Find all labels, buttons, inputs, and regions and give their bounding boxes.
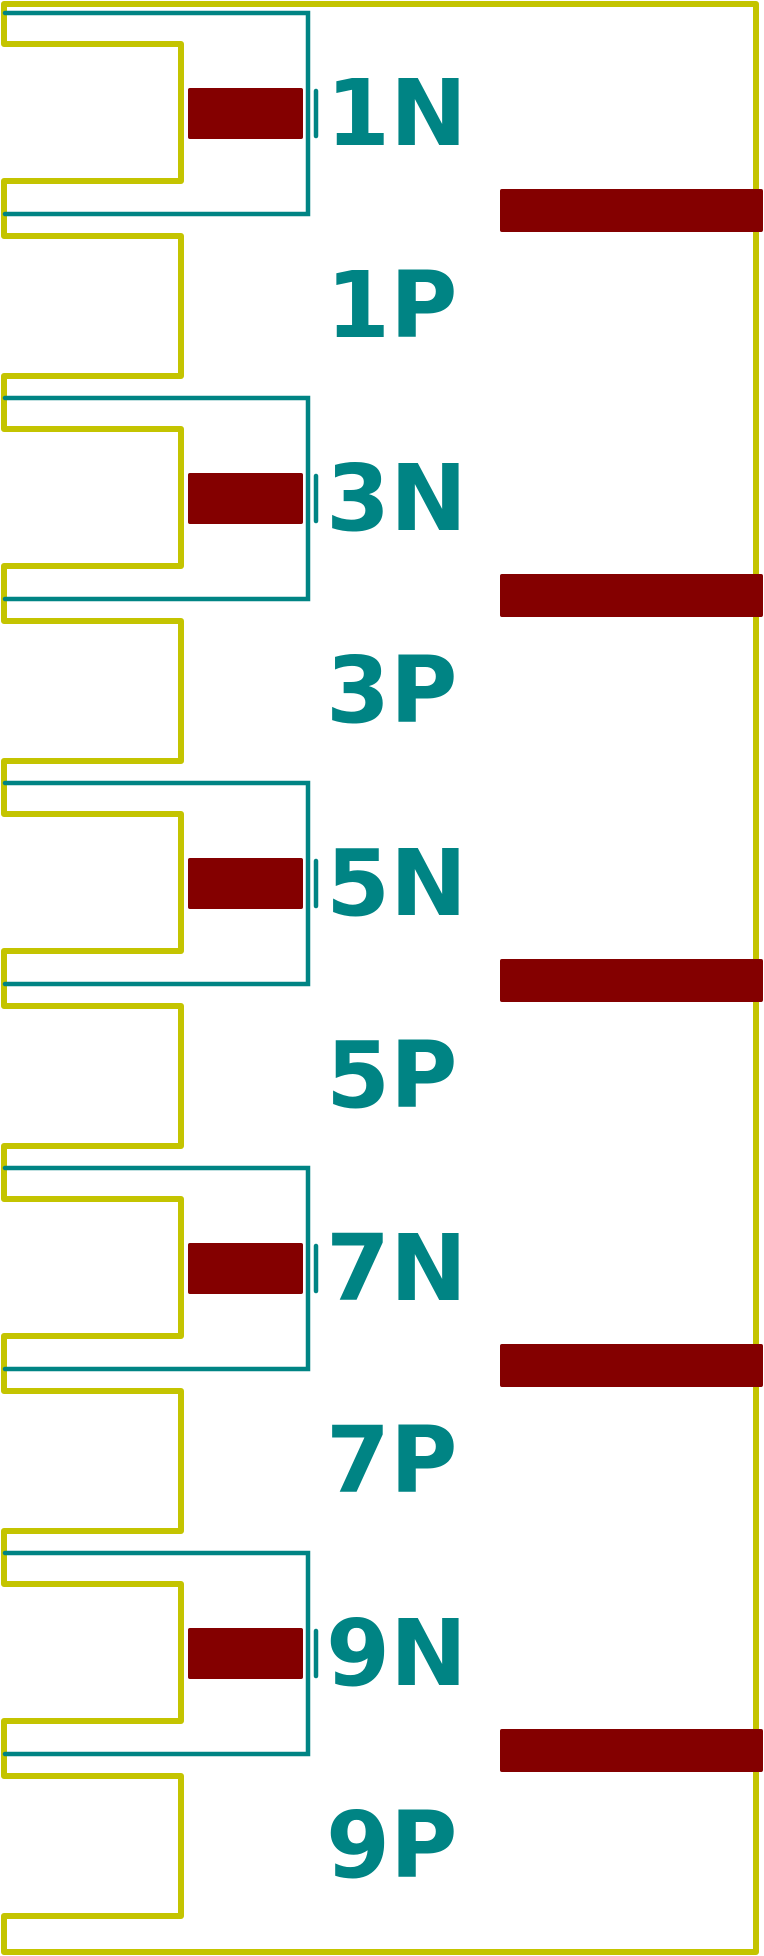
pin-label-n: 3N xyxy=(326,445,467,552)
pad-p[interactable] xyxy=(500,959,763,1002)
pad-p[interactable] xyxy=(500,1344,763,1387)
pads xyxy=(188,88,763,1772)
pin-label-n: 7N xyxy=(326,1215,467,1322)
pin-label-p: 5P xyxy=(326,1022,457,1129)
pin-label-n: 5N xyxy=(326,830,467,937)
pin-label-n: 9N xyxy=(326,1600,467,1707)
pin-label-p: 7P xyxy=(326,1407,457,1514)
pcb-footprint-view: 1N 1P 3N 3P 5N 5P 7N 7P 9N 9P xyxy=(1,1,763,1955)
pin-label-p: 1P xyxy=(326,252,457,359)
pin-label-p: 9P xyxy=(326,1792,457,1899)
pin-labels: 1N 1P 3N 3P 5N 5P 7N 7P 9N 9P xyxy=(326,60,467,1899)
pad-n[interactable] xyxy=(188,1628,303,1679)
pad-n[interactable] xyxy=(188,473,303,524)
pin-label-n: 1N xyxy=(326,60,467,167)
pad-n[interactable] xyxy=(188,858,303,909)
pad-n[interactable] xyxy=(188,88,303,139)
pin-label-p: 3P xyxy=(326,637,457,744)
pad-p[interactable] xyxy=(500,574,763,617)
pad-p[interactable] xyxy=(500,189,763,232)
pad-n[interactable] xyxy=(188,1243,303,1294)
pad-p[interactable] xyxy=(500,1729,763,1772)
